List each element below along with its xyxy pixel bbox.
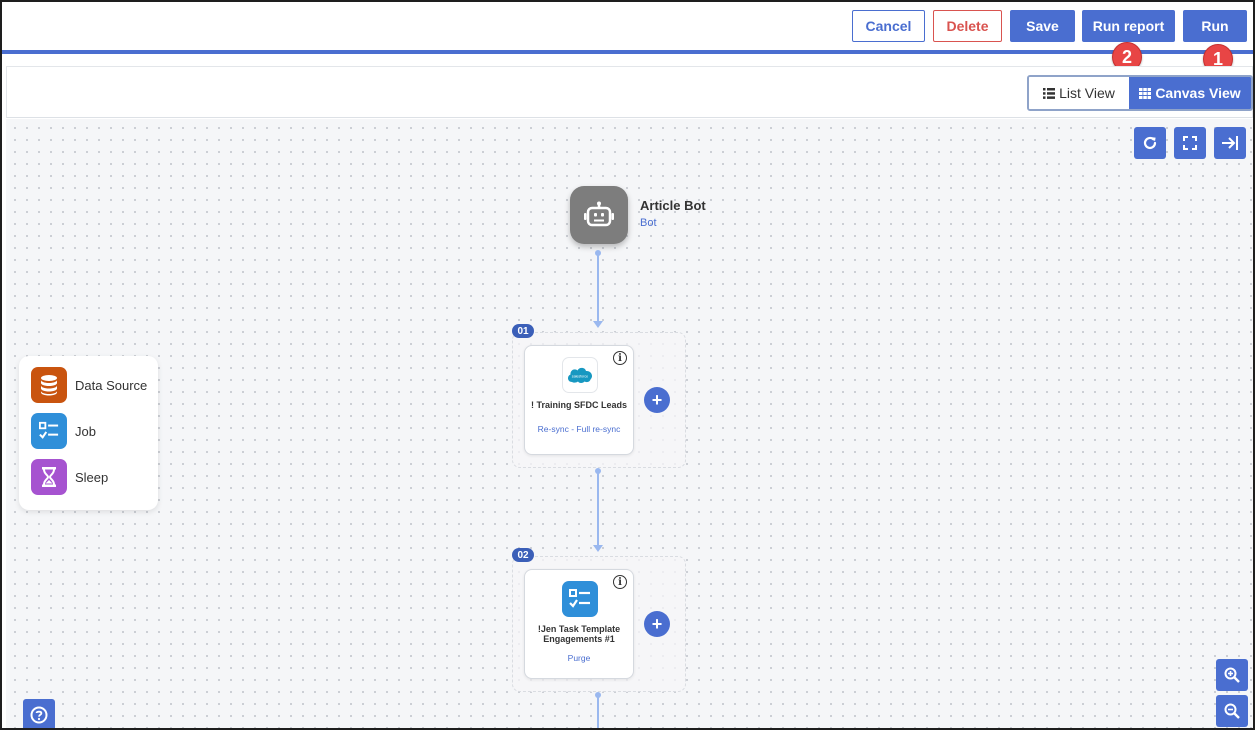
workflow-canvas[interactable]: Article Bot Bot 01 i salesforce ! Traini…: [6, 119, 1253, 728]
legend-item-sleep[interactable]: Sleep: [31, 459, 108, 495]
step-card[interactable]: i salesforce ! Training SFDC Leads Re-sy…: [524, 345, 634, 455]
database-icon: [31, 367, 67, 403]
add-step-button[interactable]: +: [644, 387, 670, 413]
add-step-button[interactable]: +: [644, 611, 670, 637]
view-toggle: List View Canvas View: [1027, 75, 1253, 111]
step-subtitle: Re-sync - Full re-sync: [537, 424, 621, 434]
collapse-panel-button[interactable]: [1214, 127, 1246, 159]
top-toolbar: Cancel Delete Save Run report Run: [2, 2, 1253, 50]
bot-type: Bot: [640, 217, 657, 229]
grid-icon: [1139, 87, 1152, 99]
zoom-out-button[interactable]: [1216, 695, 1248, 727]
app-window: Cancel Delete Save Run report Run 2 1 Li…: [0, 0, 1255, 730]
canvas-view-label: Canvas View: [1155, 85, 1241, 101]
help-icon: [30, 706, 48, 724]
job-checklist-icon: [562, 581, 598, 617]
canvas-view-button[interactable]: Canvas View: [1129, 77, 1251, 109]
list-view-label: List View: [1059, 85, 1115, 101]
step-number: 02: [512, 548, 534, 562]
run-report-button[interactable]: Run report: [1082, 10, 1175, 42]
connector-arrow: [593, 545, 603, 552]
bot-node-icon[interactable]: [570, 186, 628, 244]
refresh-button[interactable]: [1134, 127, 1166, 159]
salesforce-logo-text: salesforce: [572, 375, 588, 379]
refresh-icon: [1143, 136, 1157, 150]
checklist-icon: [31, 413, 67, 449]
robot-icon: [584, 201, 614, 227]
zoom-in-icon: [1224, 667, 1240, 683]
delete-button[interactable]: Delete: [933, 10, 1002, 42]
view-bar: List View Canvas View: [6, 66, 1253, 118]
legend-label: Job: [75, 423, 96, 439]
legend-label: Sleep: [75, 469, 109, 485]
fullscreen-icon: [1183, 136, 1197, 150]
fullscreen-button[interactable]: [1174, 127, 1206, 159]
zoom-out-icon: [1224, 703, 1240, 719]
info-icon[interactable]: i: [613, 575, 627, 589]
list-view-button[interactable]: List View: [1029, 77, 1129, 109]
help-button[interactable]: [23, 699, 55, 728]
run-button[interactable]: Run: [1183, 10, 1247, 42]
salesforce-logo-icon: salesforce: [562, 357, 598, 393]
toolbar-divider: [2, 50, 1253, 54]
collapse-panel-icon: [1222, 136, 1238, 150]
step-title: !Jen Task Template Engagements #1: [537, 624, 621, 644]
node-type-legend: Data Source Job Sleep: [19, 356, 158, 510]
legend-item-job[interactable]: Job: [31, 413, 96, 449]
legend-label: Data Source: [75, 377, 148, 393]
save-button[interactable]: Save: [1010, 10, 1075, 42]
cancel-button[interactable]: Cancel: [852, 10, 925, 42]
connector-line: [597, 471, 599, 547]
hourglass-icon: [31, 459, 67, 495]
list-icon: [1043, 87, 1056, 99]
connector-line: [597, 695, 599, 728]
connector-arrow: [593, 321, 603, 328]
info-icon[interactable]: i: [613, 351, 627, 365]
bot-name: Article Bot: [640, 198, 706, 213]
step-number: 01: [512, 324, 534, 338]
connector-line: [597, 253, 599, 323]
zoom-in-button[interactable]: [1216, 659, 1248, 691]
legend-item-data-source[interactable]: Data Source: [31, 367, 147, 403]
step-subtitle: Purge: [567, 653, 591, 663]
step-title: ! Training SFDC Leads: [531, 400, 628, 410]
step-card[interactable]: i !Jen Task Template Engagements #1 Purg…: [524, 569, 634, 679]
